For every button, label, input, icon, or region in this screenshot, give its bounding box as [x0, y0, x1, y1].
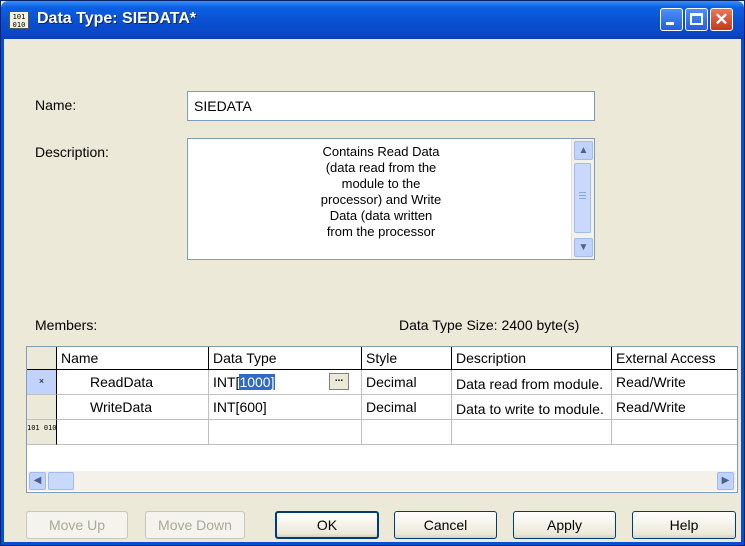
data-type-size: Data Type Size: 2400 byte(s) [399, 317, 580, 333]
scroll-thumb[interactable] [574, 163, 591, 233]
description-line: from the processor [326, 224, 436, 239]
member-style-cell[interactable]: Decimal [362, 395, 452, 420]
scroll-right-icon[interactable]: ▶ [717, 472, 734, 490]
column-header-description[interactable]: Description [452, 347, 612, 370]
member-name-cell[interactable]: WriteData [57, 395, 209, 420]
new-row-icon[interactable]: 101 010 [27, 420, 57, 445]
grid-corner [27, 347, 57, 370]
window-title: Data Type: SIEDATA* [37, 10, 197, 27]
column-header-style[interactable]: Style [362, 347, 452, 370]
description-label: Description: [35, 144, 109, 160]
scroll-down-icon[interactable]: ▼ [574, 238, 593, 257]
data-type-app-icon: 101 010 [9, 11, 29, 29]
member-description-cell[interactable]: Data to write to module. [452, 395, 612, 420]
description-field[interactable]: Contains Read Data (data read from the m… [187, 138, 595, 260]
window-border-bottom [1, 542, 744, 545]
member-data-type-cell[interactable]: INT[600] [209, 395, 362, 420]
row-marker[interactable]: × [27, 370, 57, 395]
description-line: Data (data written [329, 208, 433, 223]
member-access-cell[interactable]: Read/Write [612, 370, 737, 395]
apply-button[interactable]: Apply [513, 511, 616, 539]
minimize-button[interactable] [660, 8, 683, 31]
new-member-name-cell[interactable] [57, 420, 209, 445]
cancel-button[interactable]: Cancel [394, 511, 497, 539]
members-label: Members: [35, 317, 98, 333]
horizontal-scroll-thumb[interactable] [48, 472, 74, 490]
move-up-button[interactable]: Move Up [26, 511, 128, 539]
member-data-type-cell[interactable]: INT[1000] ... [209, 370, 362, 395]
new-member-style-cell[interactable] [362, 420, 452, 445]
move-down-button[interactable]: Move Down [145, 511, 245, 539]
member-style-cell[interactable]: Decimal [362, 370, 452, 395]
new-member-description-cell[interactable] [452, 420, 612, 445]
name-input[interactable] [187, 91, 595, 121]
data-type-prefix: INT[ [213, 374, 240, 390]
maximize-icon [690, 13, 703, 25]
browse-ellipsis-button[interactable]: ... [329, 373, 349, 390]
members-grid[interactable]: Name Data Type Style Description Externa… [26, 346, 738, 493]
column-header-data-type[interactable]: Data Type [209, 347, 362, 370]
close-button[interactable]: ✕ [710, 8, 733, 31]
grid-horizontal-scrollbar[interactable]: ◀ ▶ [28, 471, 736, 491]
row-marker[interactable] [27, 395, 57, 420]
member-description-cell[interactable]: Data read from module. [452, 370, 612, 395]
maximize-button[interactable] [685, 8, 708, 31]
new-member-access-cell[interactable] [612, 420, 737, 445]
data-type-dialog: 101 010 Data Type: SIEDATA* ✕ Name: Desc… [0, 0, 745, 546]
new-member-data-type-cell[interactable] [209, 420, 362, 445]
description-text: Contains Read Data (data read from the m… [188, 144, 574, 240]
description-scrollbar[interactable]: ▲ ▼ [571, 139, 594, 259]
title-bar[interactable]: 101 010 Data Type: SIEDATA* ✕ [1, 1, 744, 39]
help-button[interactable]: Help [632, 511, 736, 539]
member-access-cell[interactable]: Read/Write [612, 395, 737, 420]
scroll-left-icon[interactable]: ◀ [29, 472, 46, 490]
data-type-selection[interactable]: 1000] [239, 374, 275, 390]
description-line: (data read from the [325, 160, 437, 175]
window-border-left [1, 39, 4, 545]
column-header-external-access[interactable]: External Access [612, 347, 737, 370]
description-line: processor) and Write [320, 192, 442, 207]
ok-button[interactable]: OK [275, 511, 379, 539]
name-label: Name: [35, 97, 77, 113]
close-icon: ✕ [714, 10, 729, 29]
window-border-right [741, 39, 744, 545]
minimize-icon [666, 22, 674, 25]
member-name-cell[interactable]: ReadData [57, 370, 209, 395]
scroll-up-icon[interactable]: ▲ [574, 141, 593, 160]
description-line: module to the [341, 176, 421, 191]
column-header-name[interactable]: Name [57, 347, 209, 370]
description-line: Contains Read Data [322, 144, 440, 159]
